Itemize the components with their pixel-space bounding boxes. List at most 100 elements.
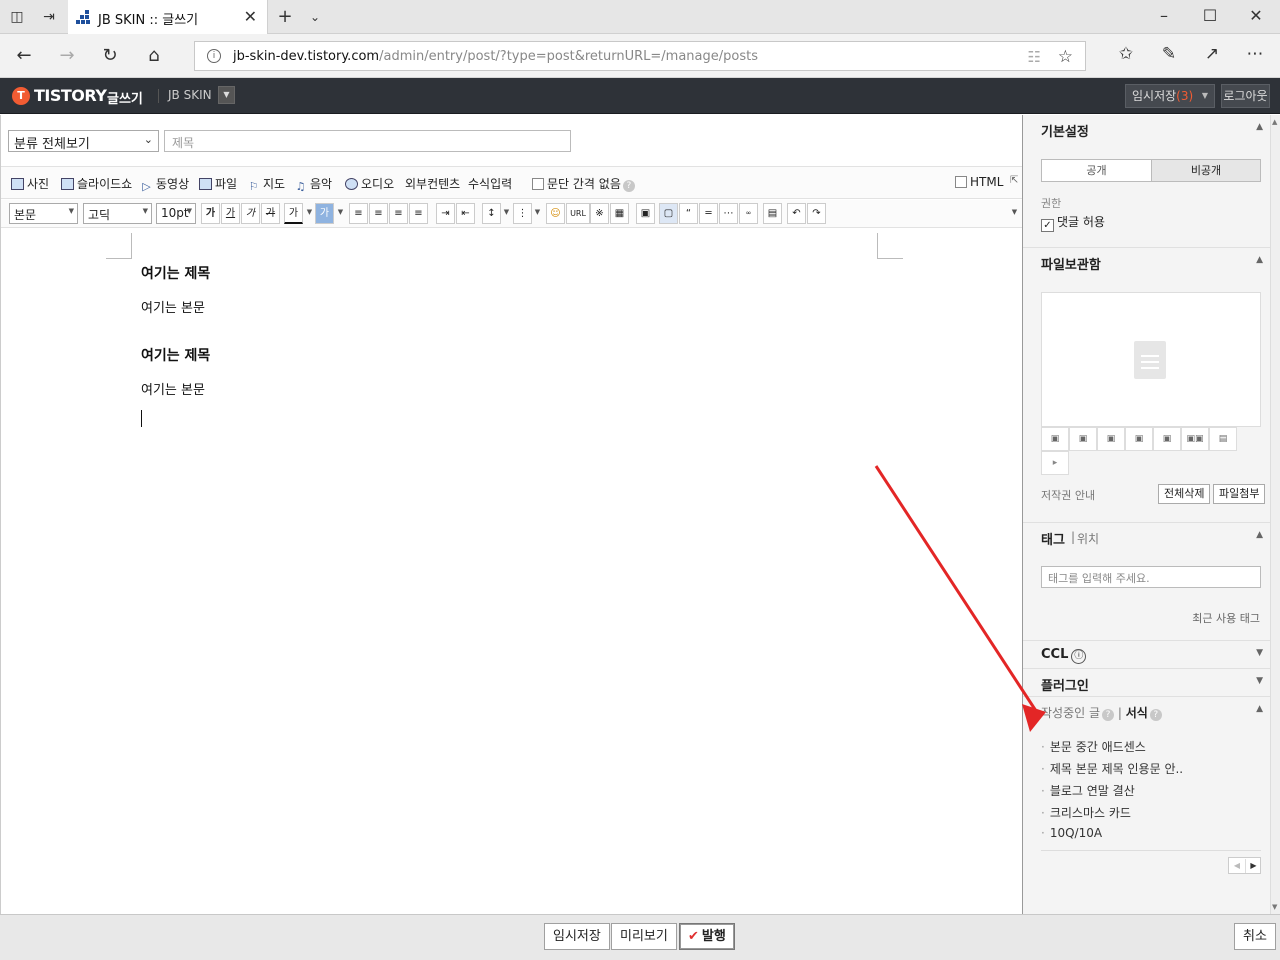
favorite-star-icon[interactable]: ☆ (1058, 47, 1073, 67)
emoticon-icon[interactable]: ☺ (546, 203, 565, 224)
prev-page-icon[interactable]: ◀ (1229, 859, 1245, 873)
insert-external-content-button[interactable]: 외부컨텐츠 (405, 175, 460, 192)
tistory-logo-icon[interactable]: T (12, 87, 30, 105)
tab-close-icon[interactable]: ✕ (244, 7, 257, 26)
home-icon[interactable]: ⌂ (142, 44, 166, 68)
ccl-header[interactable]: CCL ⓘ ▼ (1023, 640, 1271, 668)
minimize-icon[interactable]: – (1152, 6, 1176, 25)
redo-icon[interactable]: ↷ (807, 203, 826, 224)
bold-button[interactable]: 가 (201, 203, 220, 224)
forward-icon[interactable]: → (55, 44, 79, 68)
content-paragraph[interactable]: 여기는 본문 (141, 379, 205, 398)
tag-section-header[interactable]: 태그 | 위치 ▲ (1023, 522, 1271, 550)
set-aside-tabs-icon[interactable]: ⇥ (40, 8, 58, 26)
maximize-icon[interactable]: ☐ (1198, 6, 1222, 25)
content-paragraph[interactable]: 여기는 본문 (141, 297, 205, 316)
align-right-icon[interactable]: ≡ (389, 203, 408, 224)
category-select[interactable]: 분류 전체보기 ⌄ (8, 130, 159, 152)
more-toggle-icon[interactable]: ∞ (739, 203, 758, 224)
line-height-dropdown-icon[interactable]: ▼ (501, 203, 512, 224)
paragraph-style-select[interactable]: 본문 ▼ (9, 203, 78, 224)
line-height-icon[interactable]: ↕ (482, 203, 501, 224)
plugin-header[interactable]: 플러그인 ▼ (1023, 668, 1271, 696)
html-mode-option[interactable]: HTML (955, 175, 1003, 189)
web-note-pen-icon[interactable]: ✎ (1157, 44, 1181, 64)
help-icon[interactable]: ? (1149, 709, 1162, 721)
undo-icon[interactable]: ↶ (787, 203, 806, 224)
file-align-left-icon[interactable]: ▣ (1041, 427, 1069, 451)
back-icon[interactable]: ← (12, 44, 36, 68)
list-item[interactable]: 10Q/10A (1041, 826, 1102, 840)
tistory-logo-text[interactable]: TISTORY (34, 86, 107, 105)
tab-preview-chevron-icon[interactable]: ⌄ (306, 8, 324, 26)
file-storage-area[interactable] (1041, 292, 1261, 427)
cancel-button[interactable]: 취소 (1234, 923, 1276, 950)
link-url-button[interactable]: URL (566, 203, 590, 224)
favorites-hub-icon[interactable]: ✩ (1114, 44, 1138, 64)
reading-view-icon[interactable]: ☷ (1028, 48, 1041, 66)
sidebar-scrollbar[interactable]: ▲ ▼ (1270, 115, 1280, 914)
italic-button[interactable]: 가 (241, 203, 260, 224)
save-draft-button[interactable]: 임시저장 (544, 923, 610, 950)
insert-music-button[interactable]: ♫ 음악 (294, 175, 333, 193)
insert-file-button[interactable]: 파일 (199, 175, 237, 192)
help-icon[interactable]: ? (622, 180, 635, 192)
recent-tags-link[interactable]: 최근 사용 태그 (1192, 610, 1260, 626)
file-align-three-icon[interactable]: ▣▣ (1181, 427, 1209, 451)
indent-icon[interactable]: ⇥ (436, 203, 455, 224)
background-color-button[interactable]: 가 (315, 203, 334, 224)
divider-line-icon[interactable]: ═ (699, 203, 718, 224)
insert-map-button[interactable]: ⚐ 지도 (247, 175, 286, 193)
content-heading[interactable]: 여기는 제목 (141, 345, 210, 365)
insert-photo-button[interactable]: 사진 (11, 175, 49, 192)
strikethrough-button[interactable]: 가 (261, 203, 280, 224)
list-icon[interactable]: ⋮ (513, 203, 532, 224)
expand-chevron-icon[interactable]: ▼ (1256, 676, 1263, 686)
align-justify-icon[interactable]: ≡ (409, 203, 428, 224)
logout-button[interactable]: 로그아웃 (1221, 84, 1270, 108)
writing-drafts-tab[interactable]: 작성중인 글 (1041, 706, 1100, 720)
scroll-up-icon[interactable]: ▲ (1272, 118, 1277, 126)
file-align-two-icon[interactable]: ▣ (1153, 427, 1181, 451)
align-center-icon[interactable]: ≡ (369, 203, 388, 224)
font-color-dropdown-icon[interactable]: ▼ (304, 203, 315, 224)
tag-tab[interactable]: 태그 (1041, 529, 1065, 548)
special-char-icon[interactable]: ※ (590, 203, 609, 224)
attach-file-button[interactable]: 파일첨부 (1213, 484, 1266, 504)
allow-comments-checkbox[interactable]: ✓ (1041, 219, 1054, 232)
content-heading[interactable]: 여기는 제목 (141, 263, 210, 283)
font-color-button[interactable]: 가 (284, 203, 303, 224)
collapse-chevron-icon[interactable]: ▲ (1256, 530, 1263, 540)
basic-settings-header[interactable]: 기본설정 ▲ (1023, 115, 1271, 143)
more-line-icon[interactable]: ⋯ (719, 203, 738, 224)
toolbar-more-dropdown-icon[interactable]: ▼ (1009, 203, 1020, 224)
list-dropdown-icon[interactable]: ▼ (532, 203, 543, 224)
expand-chevron-icon[interactable]: ▼ (1256, 648, 1263, 658)
browser-tab-active[interactable]: JB SKIN :: 글쓰기 ✕ (68, 0, 268, 34)
list-item[interactable]: 본문 중간 애드센스 (1041, 738, 1146, 755)
insert-formula-button[interactable]: 수식입력 (468, 175, 512, 192)
next-page-icon[interactable]: ▶ (1245, 859, 1261, 873)
text-box-icon[interactable]: ▢ (659, 203, 678, 224)
copyright-notice-link[interactable]: 저작권 안내 (1041, 487, 1095, 503)
no-spacing-checkbox[interactable] (532, 178, 544, 190)
file-align-right-icon[interactable]: ▣ (1097, 427, 1125, 451)
collapse-chevron-icon[interactable]: ▲ (1256, 704, 1263, 714)
more-menu-icon[interactable]: ⋯ (1243, 44, 1267, 64)
quote-icon[interactable]: “ (679, 203, 698, 224)
post-title-input[interactable]: 제목 (164, 130, 571, 152)
list-item[interactable]: 블로그 연말 결산 (1041, 782, 1135, 799)
blog-select-chevron-icon[interactable]: ▼ (218, 86, 235, 104)
file-storage-header[interactable]: 파일보관함 ▲ (1023, 247, 1271, 275)
file-align-wrap-icon[interactable]: ▣ (1125, 427, 1153, 451)
list-item[interactable]: 크리스마스 카드 (1041, 804, 1131, 821)
refresh-icon[interactable]: ↻ (98, 44, 122, 68)
insert-slideshow-button[interactable]: 슬라이드쇼 (61, 175, 132, 192)
collapse-chevron-icon[interactable]: ▲ (1256, 122, 1263, 132)
location-tab[interactable]: 위치 (1077, 530, 1099, 547)
tab-list-icon[interactable]: ◫ (8, 8, 26, 26)
new-tab-icon[interactable]: + (276, 8, 294, 26)
draft-dropdown-button[interactable]: 임시저장(3) ▼ (1125, 84, 1215, 108)
site-info-icon[interactable]: i (207, 49, 221, 63)
publish-button[interactable]: ✔ 발행 (679, 923, 735, 950)
